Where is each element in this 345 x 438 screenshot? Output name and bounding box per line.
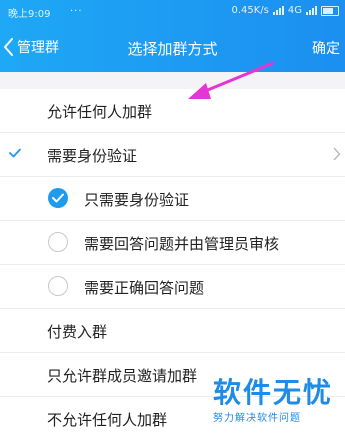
option-paid[interactable]: 付费入群 xyxy=(0,309,345,353)
suboption-only-verification[interactable]: 只需要身份验证 xyxy=(0,177,345,221)
top-bar: 晚上9:09 ... 0.45K/s 4G 管理群 选择加群方式 确定 xyxy=(0,0,345,72)
option-label: 不允许任何人加群 xyxy=(47,411,168,429)
suboption-label: 只需要身份验证 xyxy=(84,191,190,209)
status-time: 晚上9:09 xyxy=(8,9,51,20)
option-label: 需要身份验证 xyxy=(47,147,138,165)
battery-icon xyxy=(321,5,339,16)
watermark-subtitle: 努力解决软件问题 xyxy=(212,413,301,424)
option-need-verification[interactable]: 需要身份验证 xyxy=(0,133,345,177)
option-label: 只允许群成员邀请加群 xyxy=(47,367,198,385)
option-label: 付费入群 xyxy=(47,323,108,341)
option-allow-anyone[interactable]: 允许任何人加群 xyxy=(0,89,345,133)
group-join-method-screen: 晚上9:09 ... 0.45K/s 4G 管理群 选择加群方式 确定 允许任何… xyxy=(0,0,345,438)
network-type: 4G xyxy=(287,5,302,16)
status-bar: 晚上9:09 ... 0.45K/s 4G xyxy=(0,0,345,24)
chevron-right-icon xyxy=(333,147,341,161)
radio-selected[interactable] xyxy=(48,188,68,208)
status-dots: ... xyxy=(70,3,83,14)
watermark: 软件无忧 努力解决软件问题 xyxy=(212,376,333,425)
radio-unselected[interactable] xyxy=(48,232,68,252)
suboption-label: 需要回答问题并由管理员审核 xyxy=(84,235,280,253)
watermark-title: 软件无忧 xyxy=(212,376,333,409)
status-right: 0.45K/s 4G xyxy=(231,5,339,16)
signal-icon xyxy=(272,6,284,15)
page-title: 选择加群方式 xyxy=(127,40,218,58)
check-icon xyxy=(52,193,64,203)
nav-bar: 管理群 选择加群方式 确定 xyxy=(0,24,345,72)
option-label: 允许任何人加群 xyxy=(47,103,153,121)
network-speed: 0.45K/s xyxy=(231,5,269,16)
cell-signal-icon xyxy=(306,6,317,15)
section-gap xyxy=(0,72,345,89)
suboption-correct-answer[interactable]: 需要正确回答问题 xyxy=(0,265,345,309)
check-icon xyxy=(9,148,21,158)
suboption-label: 需要正确回答问题 xyxy=(84,279,205,297)
radio-unselected[interactable] xyxy=(48,276,68,296)
confirm-button[interactable]: 确定 xyxy=(312,38,340,58)
suboption-answer-and-review[interactable]: 需要回答问题并由管理员审核 xyxy=(0,221,345,265)
